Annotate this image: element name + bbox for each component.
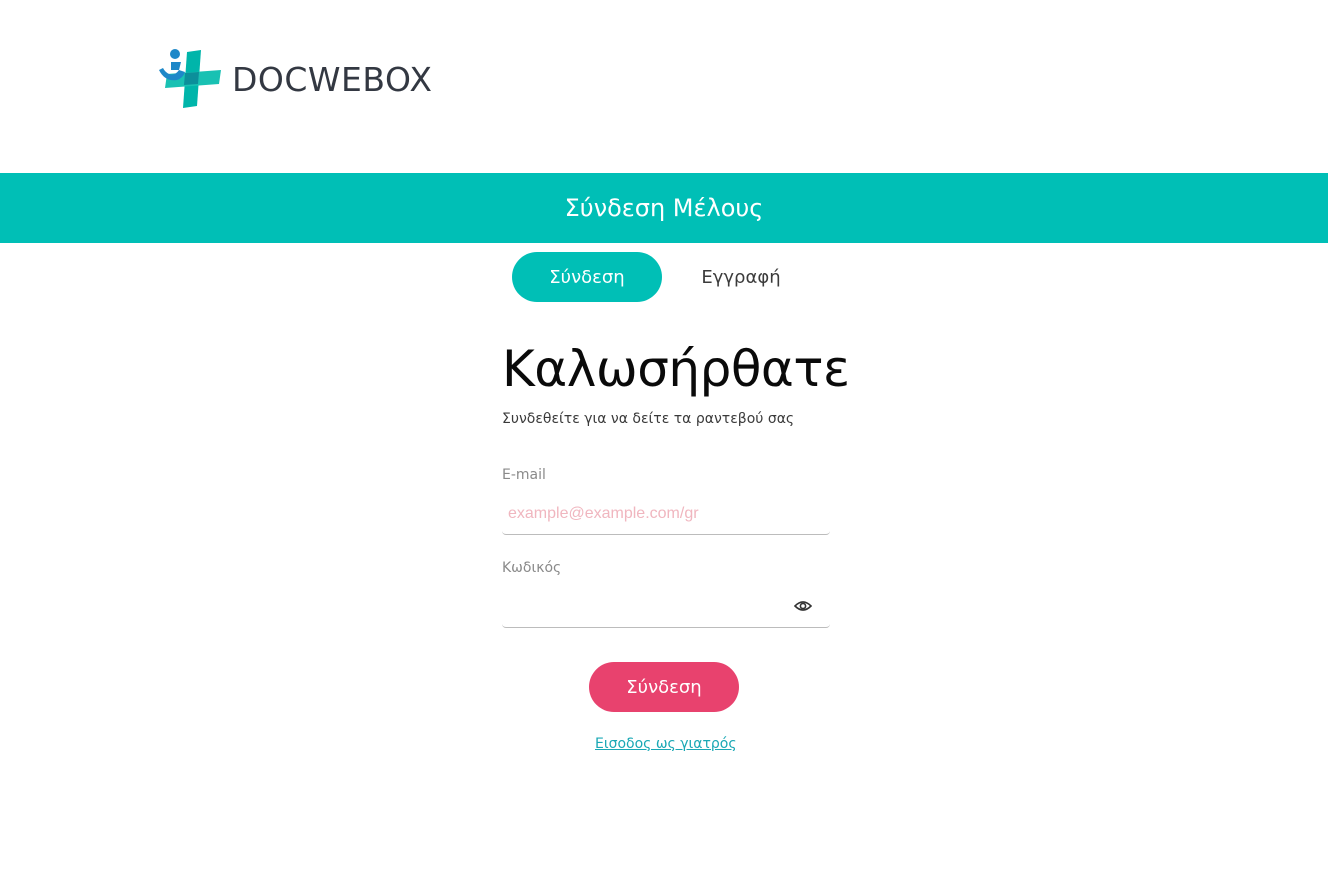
doctor-login-link[interactable]: Εισοδος ως γιατρός [595, 736, 737, 752]
banner-title: Σύνδεση Μέλους [564, 194, 764, 222]
password-label: Κωδικός [502, 560, 562, 576]
email-label: E-mail [502, 467, 546, 483]
tab-register[interactable]: Εγγραφή [666, 252, 816, 302]
tab-login[interactable]: Σύνδεση [512, 252, 662, 302]
eye-icon[interactable] [794, 599, 812, 613]
logo[interactable]: DOCWEBOX [157, 46, 432, 112]
page-title: Καλωσήρθατε [502, 340, 850, 398]
password-field[interactable] [502, 589, 804, 625]
email-field[interactable] [502, 496, 804, 532]
auth-tabs: Σύνδεση Εγγραφή [512, 252, 816, 302]
page-banner: Σύνδεση Μέλους [0, 173, 1328, 243]
logo-mark-icon [159, 49, 221, 108]
login-button[interactable]: Σύνδεση [589, 662, 739, 712]
site-header: DOCWEBOX [0, 0, 1328, 173]
logo-text: DOCWEBOX [232, 59, 433, 99]
email-field-wrapper [502, 496, 830, 535]
page-subtitle: Συνδεθείτε για να δείτε τα ραντεβού σας [502, 411, 795, 427]
password-field-wrapper [502, 589, 830, 628]
